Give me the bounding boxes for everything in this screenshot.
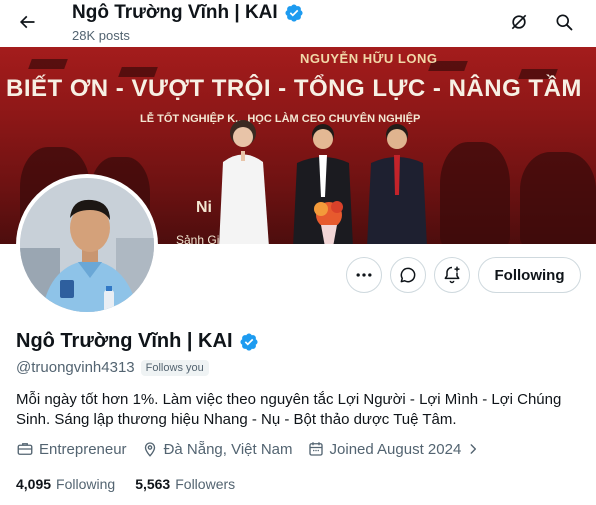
profile-name: Ngô Trường Vĩnh | KAI [16, 330, 233, 352]
arrow-left-icon [19, 15, 35, 29]
grok-icon [511, 14, 527, 30]
banner-people-illustration [219, 120, 427, 244]
profession-item: Entrepreneur [16, 440, 127, 458]
followers-link[interactable]: 5,563 Followers [135, 476, 235, 492]
banner-headline: BIẾT ƠN - VƯỢT TRỘI - TỔNG LỰC - NÂNG TẦ… [6, 75, 582, 102]
profile-handle: @truongvinh4313 [16, 359, 135, 376]
handle-row: @truongvinh4313 Follows you [16, 359, 209, 376]
avatar-photo [20, 178, 154, 312]
follow-counts: 4,095 Following 5,563 Followers [16, 476, 255, 492]
joined-item[interactable]: Joined August 2024 [307, 440, 481, 458]
joined-text: Joined August 2024 [329, 440, 462, 458]
bell-plus-icon [444, 266, 460, 284]
location-pin-icon [144, 442, 155, 457]
post-count: 28K posts [72, 28, 130, 43]
profile-name-row: Ngô Trường Vĩnh | KAI [16, 330, 259, 353]
search-button[interactable] [547, 5, 581, 39]
calendar-icon [308, 442, 323, 456]
more-icon [356, 273, 372, 277]
avatar-portrait [20, 178, 154, 312]
following-count: 4,095 [16, 476, 52, 492]
following-label: Following [56, 476, 116, 492]
profile-header: Ngô Trường Vĩnh | KAI 28K posts [0, 0, 596, 47]
back-button[interactable] [10, 5, 44, 39]
profile-bio: Mỗi ngày tốt hơn 1%. Làm việc theo nguyê… [16, 391, 562, 428]
grok-button[interactable] [502, 5, 536, 39]
profession-text: Entrepreneur [39, 440, 127, 458]
verified-badge-icon [285, 4, 303, 22]
location-text: Đà Nẵng, Việt Nam [163, 440, 293, 458]
notify-button[interactable] [434, 257, 470, 293]
chevron-right-icon [470, 444, 477, 454]
followers-label: Followers [175, 476, 236, 492]
banner-top-text: NGUYỄN HỮU LONG [300, 51, 438, 66]
message-button[interactable] [390, 257, 426, 293]
briefcase-icon [17, 443, 33, 455]
verified-badge-icon[interactable] [239, 332, 259, 352]
following-link[interactable]: 4,095 Following [16, 476, 115, 492]
followers-count: 5,563 [135, 476, 171, 492]
message-icon [400, 267, 416, 283]
follows-you-badge: Follows you [140, 359, 209, 376]
location-item: Đà Nẵng, Việt Nam [141, 440, 293, 458]
profile-avatar[interactable] [16, 174, 158, 316]
header-name: Ngô Trường Vĩnh | KAI [72, 2, 278, 23]
following-button[interactable]: Following [478, 257, 581, 293]
profile-meta: Entrepreneur Đà Nẵng, Việt Nam Joined Au… [16, 440, 494, 458]
header-title-row: Ngô Trường Vĩnh | KAI [72, 2, 304, 24]
search-icon [556, 14, 573, 31]
more-button[interactable] [346, 257, 382, 293]
